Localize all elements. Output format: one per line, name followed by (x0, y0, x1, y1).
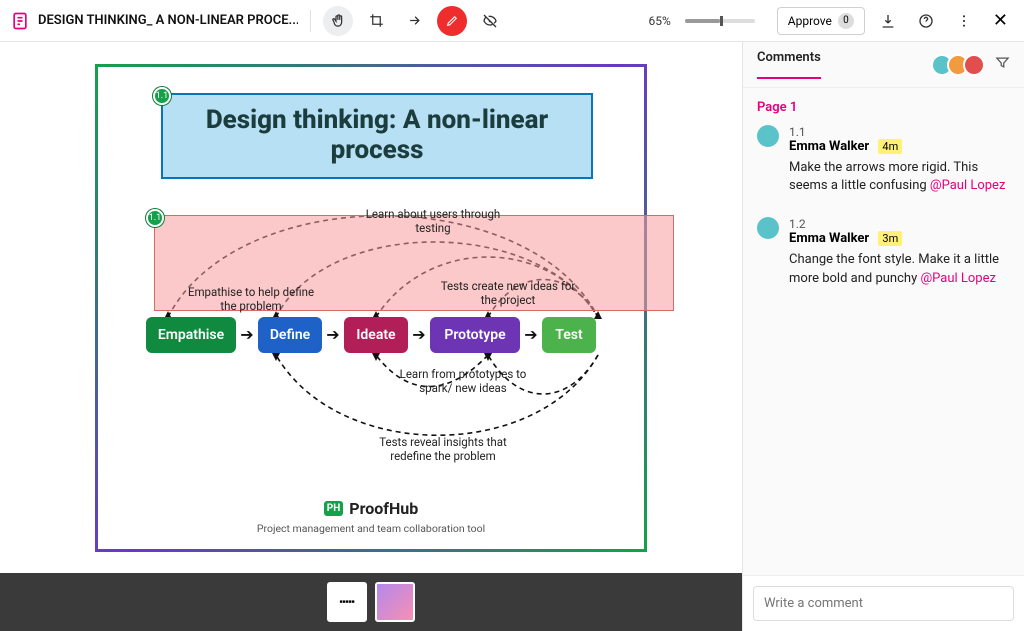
collaborator-avatars[interactable] (937, 54, 985, 76)
comment-item[interactable]: 1.1 Emma Walker 4m Make the arrows more … (757, 125, 1010, 195)
eye-off-icon (482, 13, 498, 29)
comment-author: Emma Walker (789, 231, 869, 246)
step-define: Define (258, 317, 322, 353)
document-icon (10, 11, 30, 31)
step-empathise: Empathise (146, 317, 236, 353)
brand-tagline: Project management and team collaboratio… (98, 522, 644, 535)
step-ideate: Ideate (344, 317, 408, 353)
comment-composer (743, 575, 1024, 631)
crop-tool-button[interactable] (361, 6, 391, 36)
comment-number: 1.1 (789, 125, 1010, 139)
hand-tool-button[interactable] (323, 6, 353, 36)
download-button[interactable] (873, 6, 903, 36)
brand-badge: PH (324, 501, 344, 516)
process-steps: Empathise ➔ Define ➔ Ideate ➔ Prototype … (146, 317, 686, 353)
zoom-slider[interactable] (685, 19, 755, 23)
annotation-text: Learn from prototypes to spark/ new idea… (388, 367, 538, 396)
step-test: Test (542, 317, 596, 353)
next-button[interactable] (399, 6, 429, 36)
comment-text: Make the arrows more rigid. This seems a… (789, 159, 1010, 195)
approve-count: 0 (838, 13, 854, 29)
page-thumbnail[interactable] (375, 582, 415, 622)
pencil-icon (446, 14, 459, 27)
comment-time: 3m (878, 231, 902, 246)
tab-comments[interactable]: Comments (757, 50, 821, 79)
annotate-button[interactable] (437, 6, 467, 36)
top-toolbar: DESIGN THINKING_ A NON-LINEAR PROCE.....… (0, 0, 1024, 42)
document-title: DESIGN THINKING_ A NON-LINEAR PROCE.....… (38, 13, 298, 28)
close-button[interactable]: ✕ (987, 10, 1014, 31)
kebab-icon (956, 13, 972, 29)
comments-sidebar: Comments Page 1 1.1 Emma Walker 4m (742, 42, 1024, 631)
arrow-icon: ➔ (408, 325, 430, 344)
annotation-text: Tests reveal insights that redefine the … (358, 435, 528, 464)
page-label: Page 1 (757, 100, 1010, 115)
comment-number: 1.2 (789, 217, 1010, 231)
comment-author: Emma Walker (789, 139, 869, 154)
page-thumbnail[interactable]: ■■■■■ (327, 582, 367, 622)
help-icon (918, 13, 934, 29)
annotation-text: Tests create new ideas for the project (438, 279, 578, 308)
filter-button[interactable] (995, 55, 1010, 74)
comment-text: Change the font style. Make it a little … (789, 251, 1010, 287)
crop-icon (369, 13, 384, 28)
annotation-pin[interactable]: 1.1 (153, 87, 171, 105)
annotation-text: Learn about users through testing (358, 207, 508, 236)
annotation-pin[interactable]: 1.1 (146, 209, 164, 227)
title-overlay[interactable]: Design thinking: A non-linear process (161, 93, 593, 179)
arrow-icon: ➔ (322, 325, 344, 344)
mention[interactable]: @Paul Lopez (930, 178, 1006, 193)
arrow-icon: ➔ (236, 325, 258, 344)
arrow-icon: ➔ (520, 325, 542, 344)
visibility-button[interactable] (475, 6, 505, 36)
approve-label: Approve (788, 14, 832, 28)
comment-item[interactable]: 1.2 Emma Walker 3m Change the font style… (757, 217, 1010, 287)
diagram-title: Design thinking: A non-linear process (177, 106, 577, 166)
mention[interactable]: @Paul Lopez (920, 271, 996, 286)
artboard[interactable]: Design thinking: A non-linear process 1.… (95, 64, 647, 552)
step-prototype: Prototype (430, 317, 520, 353)
avatar (757, 217, 779, 239)
annotation-text: Empathise to help define the problem (186, 285, 316, 314)
zoom-level: 65% (649, 14, 671, 28)
help-button[interactable] (911, 6, 941, 36)
brand-name: ProofHub (349, 499, 418, 518)
canvas-area: Design thinking: A non-linear process 1.… (0, 42, 742, 631)
more-button[interactable] (949, 6, 979, 36)
hand-icon (331, 13, 346, 28)
brand-footer: PH ProofHub Project management and team … (98, 496, 644, 535)
comment-input[interactable] (753, 586, 1014, 621)
arrow-right-icon (407, 13, 422, 28)
thumbnail-bar: ■■■■■ (0, 573, 742, 631)
separator (310, 10, 311, 32)
comment-time: 4m (878, 139, 902, 154)
avatar (963, 54, 985, 76)
avatar (757, 125, 779, 147)
filter-icon (995, 55, 1010, 70)
download-icon (880, 13, 896, 29)
approve-button[interactable]: Approve 0 (777, 7, 865, 35)
